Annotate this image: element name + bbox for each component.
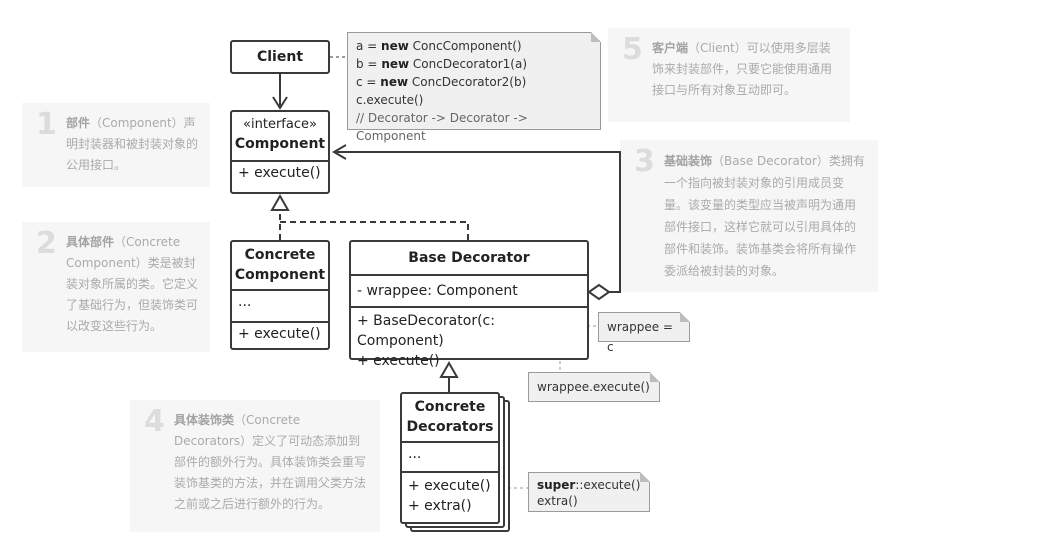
- client-class: Client: [230, 40, 330, 74]
- method: + execute(): [408, 478, 491, 494]
- code-line: a = new ConcComponent(): [356, 39, 522, 53]
- aggregation-diamond: [587, 283, 611, 301]
- class-name-line: Component: [234, 267, 326, 283]
- method: + extra(): [408, 498, 472, 514]
- code-comment: // Decorator -> Decorator -> Component: [356, 111, 528, 143]
- class-name: Base Decorator: [408, 250, 530, 266]
- fields: ...: [402, 441, 498, 471]
- code-line: c.execute(): [356, 93, 424, 107]
- client-code-note: a = new ConcComponent() b = new ConcDeco…: [347, 32, 601, 143]
- class-name-line: Concrete: [414, 399, 486, 415]
- method: + BaseDecorator(c: Component): [357, 313, 495, 349]
- field: - wrappee: Component: [351, 274, 587, 306]
- component-interface: «interface» Component + execute(): [230, 110, 330, 194]
- method: + execute(): [232, 321, 328, 345]
- fields: ...: [232, 289, 328, 321]
- realization-triangle: [270, 193, 290, 211]
- note-super-execute: super::execute() extra(): [528, 472, 650, 512]
- note-wrappee-assign: wrappee = c: [598, 312, 690, 354]
- concrete-decorators-class: Concrete Decorators ... + execute() + ex…: [400, 392, 500, 524]
- method: + execute(): [357, 353, 440, 369]
- code-line: b = new ConcDecorator1(a): [356, 57, 528, 71]
- class-name-line: Decorators: [406, 419, 494, 435]
- base-decorator-class: Base Decorator - wrappee: Component + Ba…: [349, 240, 589, 369]
- class-name-line: Concrete: [244, 247, 316, 263]
- note-line: extra(): [537, 494, 578, 508]
- super-keyword: super: [537, 478, 576, 492]
- method: + execute(): [232, 160, 328, 184]
- concrete-component-class: Concrete Component ... + execute(): [230, 240, 330, 350]
- realization-base-decorator: [280, 221, 469, 240]
- code-line: c = new ConcDecorator2(b): [356, 75, 527, 89]
- note-wrappee-execute: wrappee.execute(): [528, 372, 660, 402]
- stereotype-label: «interface»: [243, 117, 317, 132]
- class-name: Client: [256, 49, 304, 65]
- class-name: Component: [234, 136, 326, 152]
